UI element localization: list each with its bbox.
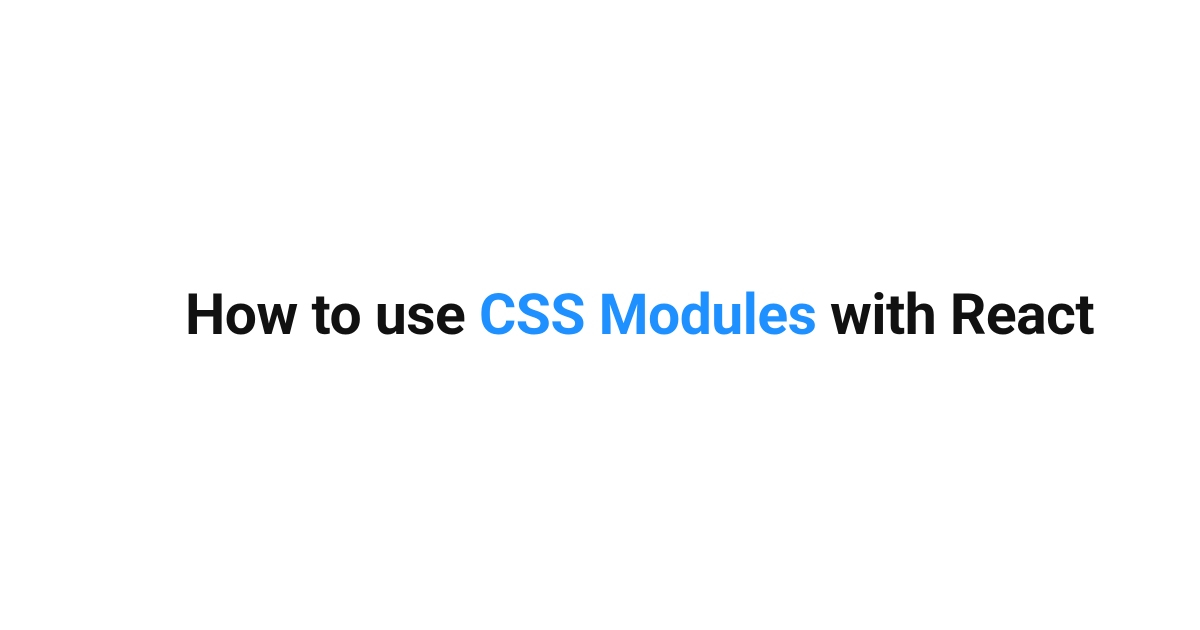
title-part-2: with React bbox=[816, 281, 1094, 348]
title-highlight: CSS Modules bbox=[479, 281, 816, 348]
page-title: How to use CSS Modules with React bbox=[185, 278, 1094, 352]
title-part-1: How to use bbox=[185, 281, 479, 348]
